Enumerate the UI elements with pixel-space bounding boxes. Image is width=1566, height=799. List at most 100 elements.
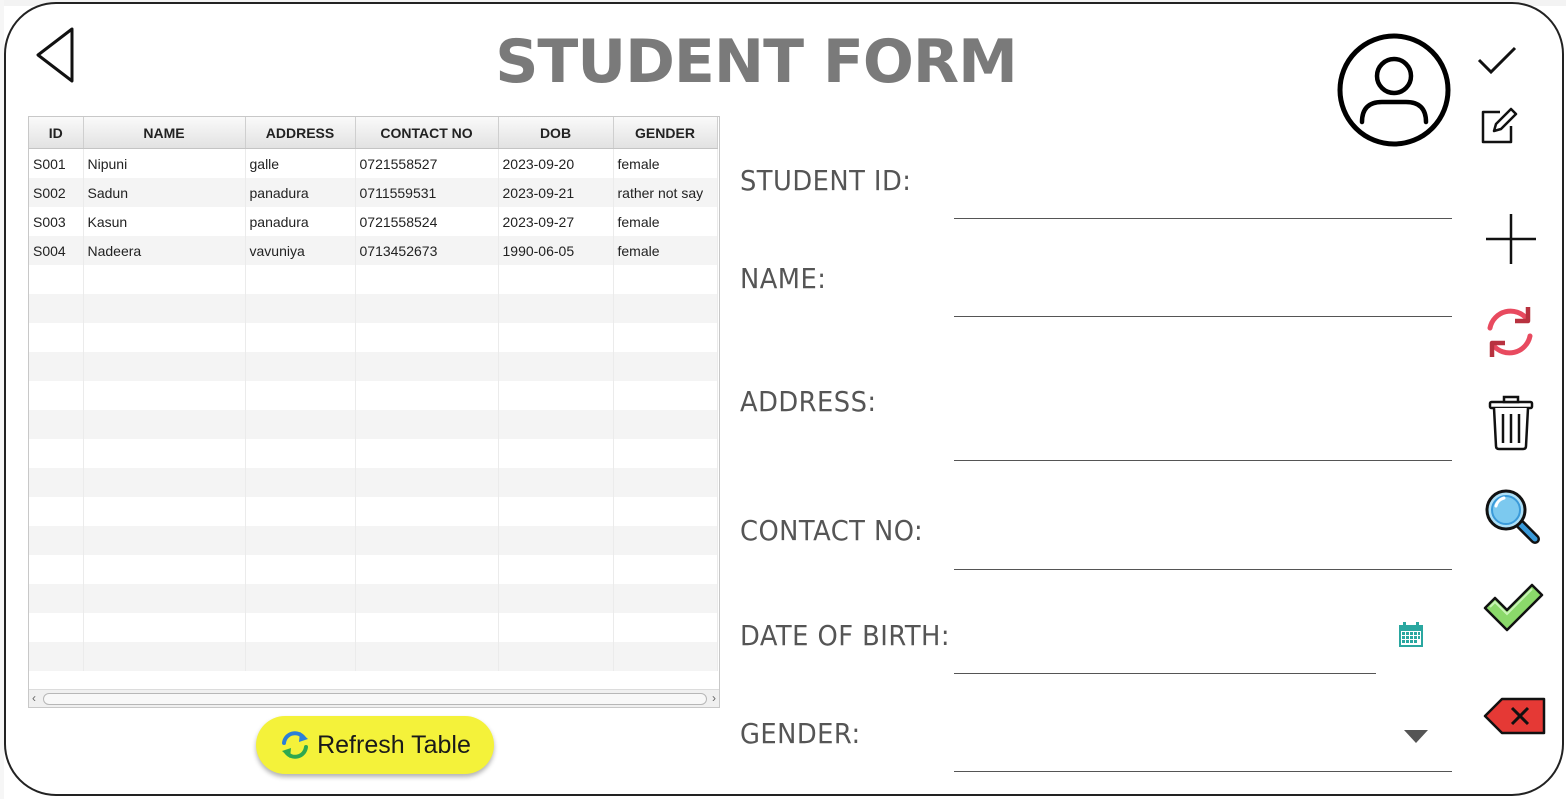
empty-table-cell	[83, 584, 246, 613]
empty-table-cell	[355, 294, 499, 323]
edit-icon	[1481, 107, 1518, 144]
empty-table-cell	[613, 497, 718, 526]
empty-table-cell	[245, 468, 356, 497]
dob-field[interactable]	[954, 636, 1380, 672]
gender-underline	[954, 771, 1452, 772]
empty-table-cell	[613, 584, 718, 613]
table-cell: S001	[29, 148, 84, 178]
clear-button[interactable]	[1482, 696, 1548, 741]
refresh-table-button[interactable]: Refresh Table	[256, 716, 494, 774]
address-field[interactable]	[954, 424, 1456, 460]
empty-table-cell	[245, 265, 356, 294]
delete-button[interactable]	[1488, 394, 1534, 457]
empty-table-cell	[83, 642, 246, 671]
reload-icon	[1487, 307, 1533, 357]
empty-table-cell	[613, 265, 718, 294]
refresh-table-label: Refresh Table	[317, 730, 471, 759]
empty-table-cell	[498, 439, 614, 468]
reload-button[interactable]	[1482, 304, 1538, 365]
empty-table-cell	[29, 294, 84, 323]
empty-table-cell	[498, 323, 614, 352]
scroll-left-icon[interactable]: ‹	[32, 691, 36, 705]
empty-table-cell	[83, 294, 246, 323]
empty-table-cell	[83, 323, 246, 352]
empty-table-cell	[245, 294, 356, 323]
table-row[interactable]: S003 Kasun panadura 0721558524 2023-09-2…	[29, 207, 718, 236]
empty-table-cell	[83, 439, 246, 468]
empty-table-cell	[355, 526, 499, 555]
gender-label: GENDER:	[740, 717, 861, 750]
empty-table-cell	[29, 468, 84, 497]
table-cell: S002	[29, 178, 84, 207]
table-cell: S003	[29, 207, 84, 236]
student-table[interactable]: ID NAME ADDRESS CONTACT NO DOB GENDER S0…	[28, 116, 720, 708]
save-button[interactable]	[1476, 44, 1518, 83]
empty-table-cell	[355, 439, 499, 468]
empty-table-cell	[498, 294, 614, 323]
empty-table-cell	[29, 584, 84, 613]
page-title: STUDENT FORM	[495, 27, 1018, 97]
empty-table-row	[29, 323, 718, 352]
table-row[interactable]: S002 Sadun panadura 0711559531 2023-09-2…	[29, 178, 718, 207]
gender-select[interactable]	[954, 732, 1394, 766]
empty-table-cell	[29, 497, 84, 526]
back-button[interactable]	[34, 26, 78, 84]
search-button[interactable]	[1482, 486, 1542, 551]
empty-table-cell	[498, 613, 614, 642]
column-header-name[interactable]: NAME	[83, 117, 246, 149]
table-row[interactable]: S004 Nadeera vavuniya 0713452673 1990-06…	[29, 236, 718, 265]
empty-table-row	[29, 613, 718, 642]
search-icon	[1485, 489, 1540, 544]
add-button[interactable]	[1484, 212, 1538, 271]
confirm-button[interactable]	[1482, 582, 1544, 639]
horizontal-scrollbar[interactable]: ‹ ›	[29, 689, 719, 707]
table-cell: Nadeera	[83, 236, 246, 265]
empty-table-cell	[498, 555, 614, 584]
dropdown-arrow-icon[interactable]	[1404, 730, 1428, 743]
column-header-id[interactable]: ID	[29, 117, 84, 149]
empty-table-cell	[245, 642, 356, 671]
empty-table-cell	[245, 584, 356, 613]
name-field[interactable]	[954, 280, 1456, 316]
empty-table-cell	[29, 642, 84, 671]
column-header-address[interactable]: ADDRESS	[245, 117, 356, 149]
student-form-window: STUDENT FORM ID NAME ADDRESS CONTACT NO …	[4, 2, 1564, 796]
empty-table-cell	[29, 410, 84, 439]
contact-no-field[interactable]	[954, 532, 1456, 568]
empty-table-cell	[498, 642, 614, 671]
dob-label: DATE OF BIRTH:	[740, 619, 951, 652]
column-header-contact[interactable]: CONTACT NO	[355, 117, 499, 149]
add-icon	[1486, 214, 1536, 264]
table-cell: 2023-09-27	[498, 207, 614, 236]
empty-table-cell	[613, 352, 718, 381]
empty-table-cell	[83, 497, 246, 526]
empty-table-cell	[355, 352, 499, 381]
back-arrow-icon	[36, 27, 74, 83]
empty-table-cell	[355, 642, 499, 671]
empty-table-cell	[613, 642, 718, 671]
table-cell: panadura	[245, 178, 356, 207]
empty-table-cell	[498, 352, 614, 381]
empty-table-cell	[613, 381, 718, 410]
empty-table-cell	[245, 526, 356, 555]
scroll-right-icon[interactable]: ›	[712, 691, 716, 705]
empty-table-cell	[29, 381, 84, 410]
empty-table-cell	[245, 555, 356, 584]
address-label: ADDRESS:	[740, 385, 877, 418]
empty-table-cell	[498, 381, 614, 410]
avatar	[1336, 32, 1452, 148]
student-id-field[interactable]	[954, 182, 1456, 218]
edit-button[interactable]	[1478, 106, 1518, 151]
scrollbar-thumb[interactable]	[43, 693, 707, 705]
empty-table-cell	[245, 497, 356, 526]
address-underline	[954, 460, 1452, 461]
empty-table-row	[29, 497, 718, 526]
name-label: NAME:	[740, 262, 827, 295]
column-header-gender[interactable]: GENDER	[613, 117, 718, 149]
empty-table-cell	[355, 497, 499, 526]
column-header-dob[interactable]: DOB	[498, 117, 614, 149]
table-row[interactable]: S001 Nipuni galle 0721558527 2023-09-20 …	[29, 148, 718, 178]
empty-table-cell	[355, 555, 499, 584]
empty-table-cell	[613, 468, 718, 497]
date-picker-button[interactable]	[1398, 622, 1424, 653]
